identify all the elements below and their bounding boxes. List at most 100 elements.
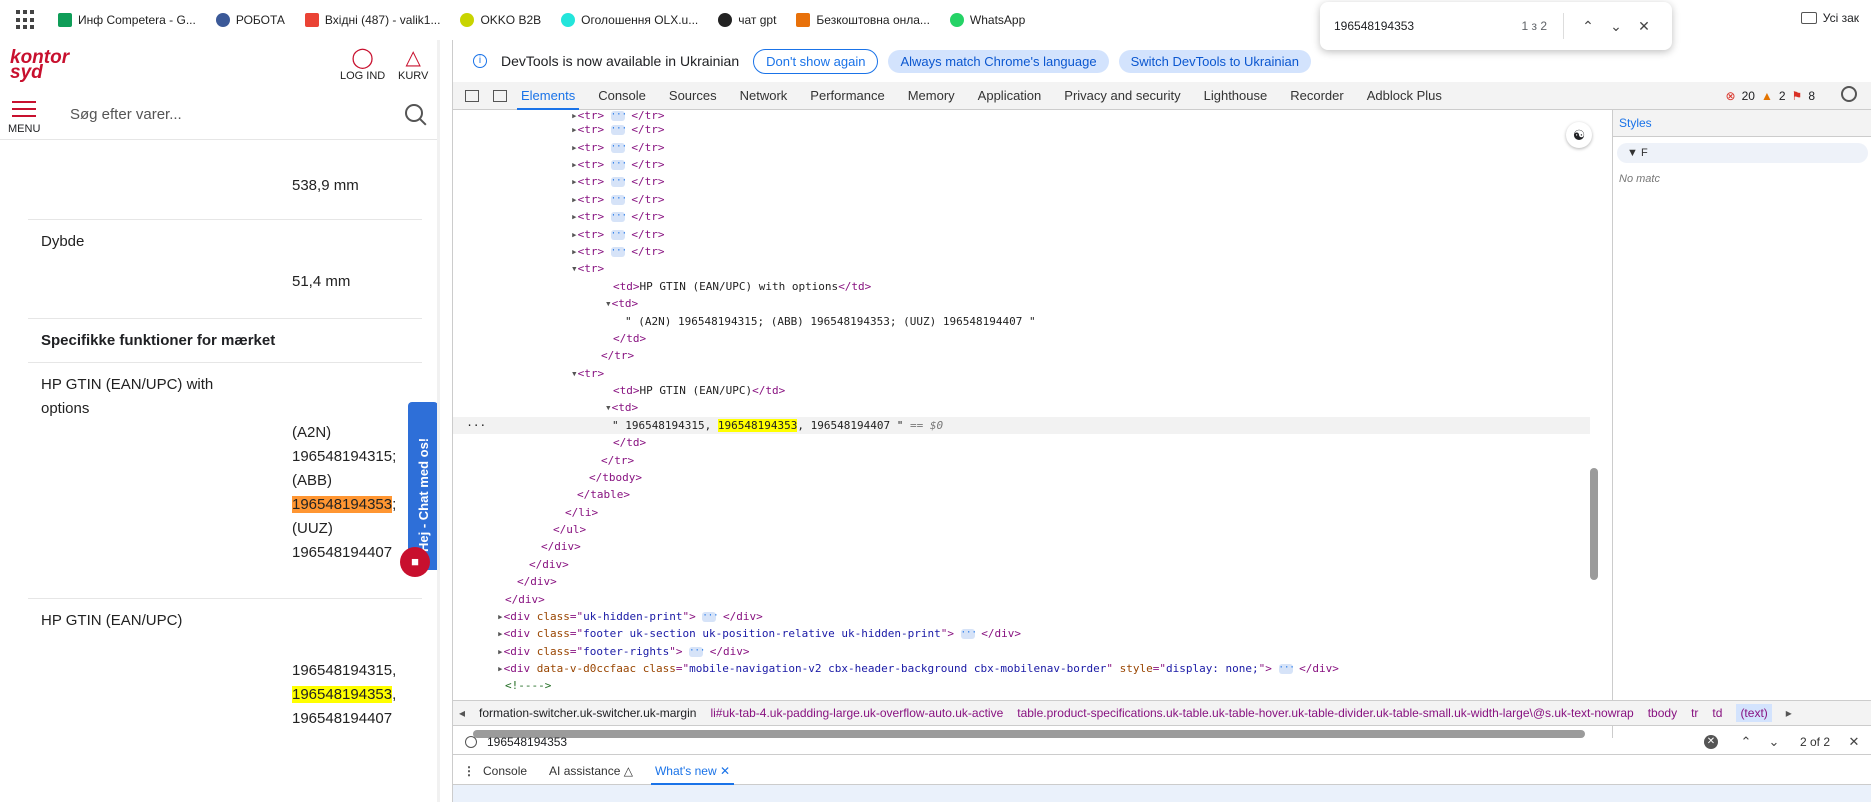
tab-network[interactable]: Network <box>740 82 788 110</box>
gear-icon[interactable] <box>1841 86 1857 102</box>
chat-tab[interactable]: Hej - Chat med os! <box>408 402 438 570</box>
more-options-icon[interactable]: ⋮ <box>463 764 483 778</box>
apps-grid-icon[interactable] <box>16 10 36 30</box>
tab-sources[interactable]: Sources <box>669 82 717 110</box>
dont-show-again-button[interactable]: Don't show again <box>753 48 879 74</box>
drawer-tab-console[interactable]: Console <box>483 757 527 785</box>
issue-badges[interactable]: ⊗ 20 ▲ 2 ⚑ 8 <box>1720 89 1815 103</box>
bookmark-item[interactable]: Оголошення OLX.u... <box>561 13 698 27</box>
vertical-scrollbar[interactable] <box>1590 468 1598 580</box>
user-icon: ◯ <box>351 47 374 69</box>
dom-node[interactable]: ▾<tr> <box>571 260 604 277</box>
dom-node[interactable]: ▸<div class="footer-rights"> ··· </div> <box>497 643 749 660</box>
clear-icon[interactable]: ✕ <box>1703 734 1718 749</box>
chevron-left-icon[interactable]: ◂ <box>459 706 465 720</box>
dom-node[interactable]: ▸<tr> ··· </tr> <box>571 156 665 173</box>
styles-filter-input[interactable]: ▼ F <box>1617 143 1868 163</box>
bookmark-item[interactable]: WhatsApp <box>949 13 1025 27</box>
all-bookmarks-button[interactable]: Усі зак <box>1800 11 1859 25</box>
dom-node[interactable]: <td>HP GTIN (EAN/UPC)</td> <box>613 382 785 399</box>
site-logo[interactable]: kontor syd <box>10 48 72 82</box>
search-icon[interactable] <box>405 104 423 122</box>
warning-icon: ▲ <box>1760 89 1773 103</box>
breadcrumb-item[interactable]: formation-switcher.uk-switcher.uk-margin <box>479 706 696 720</box>
whatsapp-icon <box>949 13 964 27</box>
search-icon <box>465 735 477 748</box>
dom-node[interactable]: ▸<div class="uk-hidden-print"> ··· </div… <box>497 608 763 625</box>
section-title: Specifikke funktioner for mærket <box>28 319 422 363</box>
tab-styles[interactable]: Styles <box>1613 110 1871 137</box>
selected-dom-text-node[interactable]: ··· " 196548194315, 196548194353, 196548… <box>453 417 1590 434</box>
dom-node[interactable]: ▸<tr> ··· </tr> <box>571 226 665 243</box>
breadcrumb-item-active[interactable]: (text) <box>1736 704 1772 722</box>
always-match-button[interactable]: Always match Chrome's language <box>888 49 1109 73</box>
styles-pane: Styles ▼ F No matc <box>1612 110 1871 738</box>
breadcrumb-item[interactable]: td <box>1712 706 1722 720</box>
folder-icon <box>1800 12 1817 24</box>
info-icon: i <box>473 54 487 68</box>
breadcrumb-item[interactable]: li#uk-tab-4.uk-padding-large.uk-overflow… <box>710 706 1003 720</box>
tab-lighthouse[interactable]: Lighthouse <box>1204 82 1268 110</box>
bookmark-item[interactable]: чат gpt <box>718 13 776 27</box>
dom-node[interactable]: ▸<div data-v-d0ccfaac class="mobile-navi… <box>497 660 1339 677</box>
web-page: kontor syd ◯ LOG IND △ KURV MENU Søg efter … <box>0 40 440 802</box>
breadcrumb-item[interactable]: tr <box>1691 706 1698 720</box>
tab-memory[interactable]: Memory <box>908 82 955 110</box>
chevron-up-icon[interactable]: ⌃ <box>1736 734 1756 750</box>
dom-node[interactable]: <td>HP GTIN (EAN/UPC) with options</td> <box>613 278 871 295</box>
chevron-down-icon[interactable]: ⌄ <box>1602 18 1630 35</box>
dom-node[interactable]: ▸<div class="footer uk-section uk-positi… <box>497 625 1021 642</box>
bookmark-item[interactable]: Инф Competera - G... <box>58 13 196 27</box>
dom-node[interactable]: ▸<tr> ··· </tr> <box>571 173 665 190</box>
error-icon: ⊗ <box>1725 89 1736 103</box>
find-highlight-active: 196548194353 <box>292 496 393 513</box>
dom-node[interactable]: ▸<tr> ··· </tr> <box>571 243 665 260</box>
device-toggle-icon[interactable] <box>493 89 507 102</box>
dom-node[interactable]: ▾<td> <box>605 399 638 416</box>
find-input[interactable]: 196548194353 <box>1334 19 1521 33</box>
tab-privacy[interactable]: Privacy and security <box>1064 82 1180 110</box>
dom-node[interactable]: ▾<tr> <box>571 365 604 382</box>
table-row: HP GTIN (EAN/UPC) 196548194315, 19654819… <box>41 612 397 727</box>
chat-icon[interactable]: ■ <box>400 547 430 577</box>
dom-node[interactable]: ▸<tr> ··· </tr> <box>571 139 665 156</box>
cart-button[interactable]: △ KURV <box>398 46 428 82</box>
login-button[interactable]: ◯ LOG IND <box>340 46 385 82</box>
search-count: 2 of 2 <box>1799 734 1830 749</box>
page-scrollbar[interactable] <box>437 40 440 802</box>
bookmark-item[interactable]: Безкоштовна онла... <box>796 13 930 27</box>
chevron-right-icon[interactable]: ▸ <box>1786 706 1792 720</box>
chevron-up-icon[interactable]: ⌃ <box>1574 18 1602 35</box>
inspect-icon[interactable] <box>465 89 479 102</box>
dom-text-node[interactable]: " (A2N) 196548194315; (ABB) 196548194353… <box>625 313 1036 330</box>
dom-node[interactable]: ▸<tr> ··· </tr> <box>571 191 665 208</box>
close-icon[interactable]: ✕ <box>1630 18 1658 35</box>
close-icon[interactable]: ✕ <box>720 764 730 778</box>
dom-search-input[interactable]: 196548194353 <box>487 735 1704 749</box>
dom-node[interactable]: ▾<td> <box>605 295 638 312</box>
breadcrumb-item[interactable]: table.product-specifications.uk-table.uk… <box>1017 706 1633 720</box>
menu-button[interactable]: MENU <box>8 96 40 135</box>
drawer-tab-whats-new[interactable]: What's new ✕ <box>650 757 735 785</box>
tab-recorder[interactable]: Recorder <box>1290 82 1343 110</box>
switch-language-button[interactable]: Switch DevTools to Ukrainian <box>1118 49 1311 73</box>
dom-node[interactable]: ▸<tr> ··· </tr> <box>571 121 665 138</box>
accessibility-icon[interactable]: ☯ <box>1566 122 1592 148</box>
tab-elements[interactable]: Elements <box>516 82 580 110</box>
bookmark-item[interactable]: РОБОТА <box>215 13 285 27</box>
close-icon[interactable]: ✕ <box>1844 734 1864 750</box>
tab-console[interactable]: Console <box>598 82 646 110</box>
chevron-down-icon[interactable]: ⌄ <box>1764 734 1784 750</box>
dom-node[interactable]: ▸<tr> ··· </tr> <box>571 208 665 225</box>
table-row: HP GTIN (EAN/UPC) with options (A2N) 196… <box>28 363 422 599</box>
tab-performance[interactable]: Performance <box>810 82 884 110</box>
bookmark-item[interactable]: Вхідні (487) - valik1... <box>304 13 440 27</box>
drawer-tab-ai-assistance[interactable]: AI assistance △ <box>549 757 633 785</box>
tab-adblock[interactable]: Adblock Plus <box>1367 82 1442 110</box>
breadcrumb-item[interactable]: tbody <box>1648 706 1677 720</box>
tab-application[interactable]: Application <box>978 82 1042 110</box>
find-count: 1 з 2 <box>1521 19 1547 33</box>
olx-icon <box>561 13 576 27</box>
bookmark-item[interactable]: OKKO B2B <box>460 13 541 27</box>
search-input[interactable]: Søg efter varer... <box>70 106 430 123</box>
